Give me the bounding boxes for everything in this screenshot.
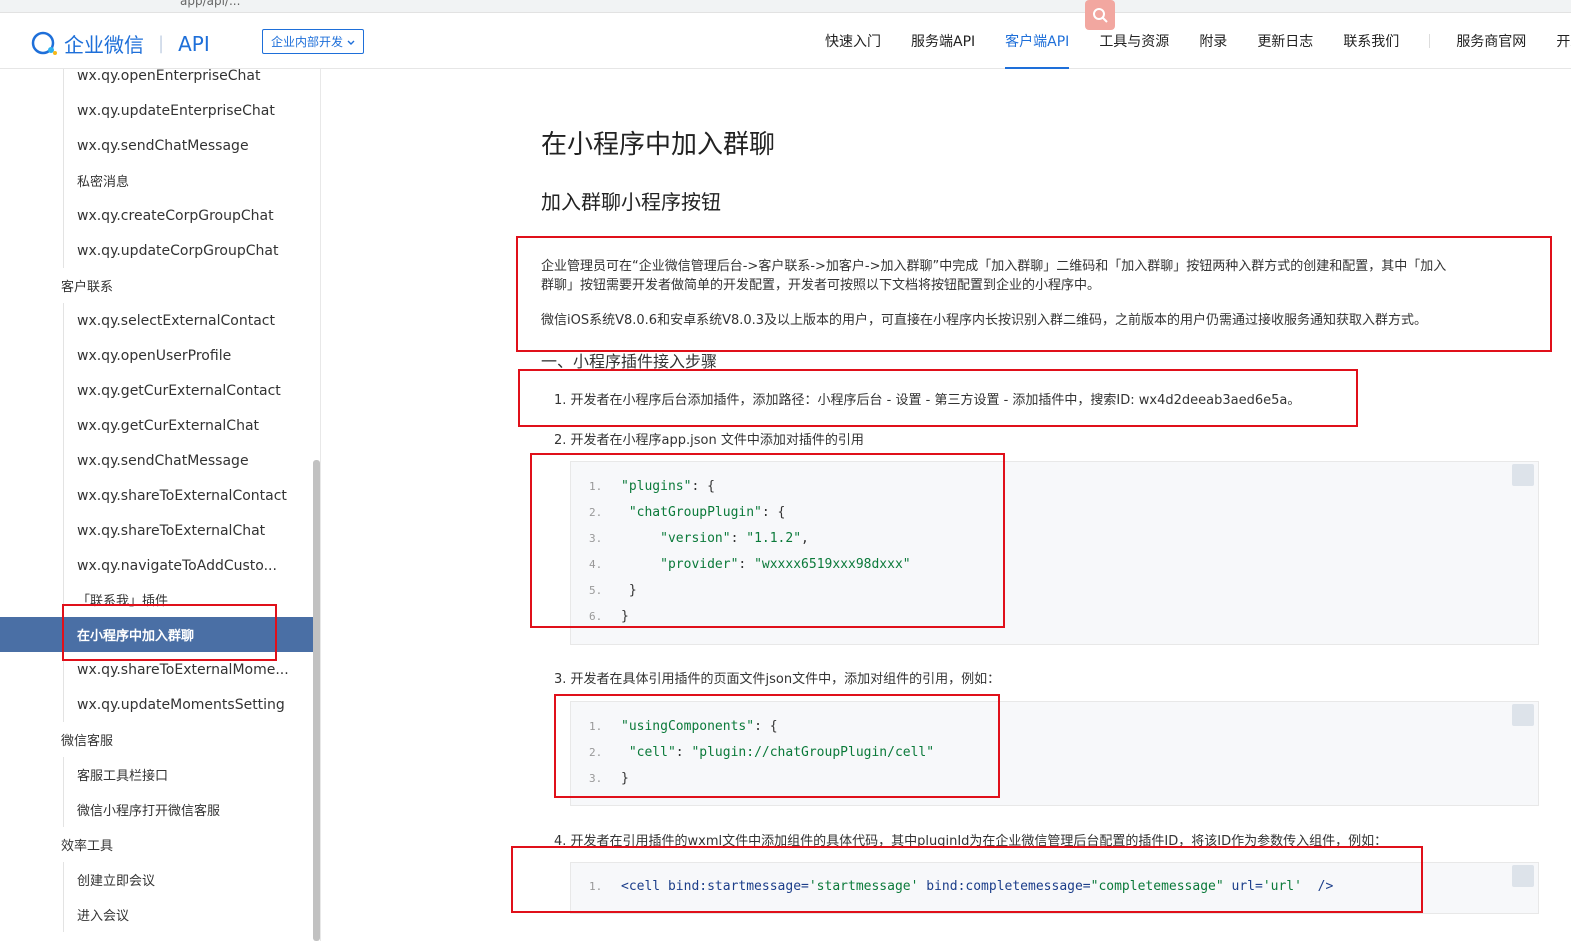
dev-type-dropdown[interactable]: 企业内部开发 <box>262 29 365 54</box>
code-block-app-json: 1. "plugins": { 2. "chatGroupPlugin": { 3… <box>570 461 1539 645</box>
copy-icon[interactable] <box>1512 464 1534 486</box>
url-text: app/api/... <box>180 0 241 8</box>
logo-api-text: API <box>178 31 210 56</box>
nav-provider-site[interactable]: 服务商官网 <box>1456 13 1526 69</box>
section-heading: 一、小程序插件接入步骤 <box>541 352 718 371</box>
sidebar-item[interactable]: 创建立即会议 <box>0 862 313 897</box>
code-block-wxml: 1. <cell bind:startmessage='startmessage'… <box>570 862 1539 914</box>
sidebar-item[interactable]: wx.qy.sendChatMessage <box>0 128 313 163</box>
step-1: 1. 开发者在小程序后台添加插件，添加路径：小程序后台 - 设置 - 第三方设置… <box>554 393 1301 408</box>
nav-dev-more[interactable]: 开发 <box>1556 13 1571 69</box>
sidebar-item-active[interactable]: 在小程序中加入群聊 <box>0 617 313 652</box>
sidebar-item[interactable]: wx.qy.updateCorpGroupChat <box>0 233 313 268</box>
sidebar-item[interactable]: wx.qy.getCurExternalContact <box>0 373 313 408</box>
nav-client-api[interactable]: 客户端API <box>1005 13 1070 69</box>
copy-icon[interactable] <box>1512 865 1534 887</box>
code-line: 3. "version": "1.1.2", <box>589 531 809 546</box>
sidebar-scrollbar[interactable] <box>313 460 320 941</box>
page-title: 在小程序中加入群聊 <box>541 130 776 160</box>
sidebar-item[interactable]: 客服工具栏接口 <box>0 757 313 792</box>
nav-quickstart[interactable]: 快速入门 <box>825 13 881 69</box>
sidebar-item[interactable]: wx.qy.shareToExternalContact <box>0 478 313 513</box>
sidebar-item[interactable]: wx.qy.updateMomentsSetting <box>0 687 313 722</box>
intro-note: 微信iOS系统V8.0.6和安卓系统V8.0.3及以上版本的用户，可直接在小程序… <box>541 313 1428 328</box>
sidebar: wx.qy.openEnterpriseChat wx.qy.updateEnt… <box>0 69 313 941</box>
top-nav: 快速入门 服务端API 客户端API 工具与资源 附录 更新日志 联系我们 服务… <box>825 13 1571 69</box>
sidebar-item[interactable]: wx.qy.selectExternalContact <box>0 303 313 338</box>
sidebar-item[interactable]: wx.qy.openEnterpriseChat <box>0 69 313 93</box>
code-line: 5. } <box>589 583 637 598</box>
sidebar-item[interactable]: wx.qy.navigateToAddCusto... <box>0 548 313 583</box>
code-line: 2. "cell": "plugin://chatGroupPlugin/cel… <box>589 745 935 760</box>
sidebar-item[interactable]: wx.qy.shareToExternalMome... <box>0 652 313 687</box>
intro-paragraph: 企业管理员可在“企业微信管理后台->客户联系->加客户->加入群聊”中完成「加入… <box>541 257 1531 295</box>
nav-appendix[interactable]: 附录 <box>1199 13 1227 69</box>
wecom-logo-icon <box>30 31 60 57</box>
sidebar-divider <box>320 69 321 941</box>
code-line: 3.} <box>589 771 629 786</box>
site-logo[interactable]: 企业微信 | API <box>30 29 210 58</box>
logo-separator: | <box>158 33 165 54</box>
sidebar-item[interactable]: wx.qy.updateEnterpriseChat <box>0 93 313 128</box>
sidebar-group-customer-contact[interactable]: 客户联系 <box>0 268 313 303</box>
code-line: 1. <cell bind:startmessage='startmessage'… <box>589 879 1334 894</box>
sidebar-group-efficiency-tools[interactable]: 效率工具 <box>0 827 313 862</box>
step-3: 3. 开发者在具体引用插件的页面文件json文件中，添加对组件的引用，例如： <box>554 672 1001 687</box>
sidebar-item[interactable]: wx.qy.getCurExternalChat <box>0 408 313 443</box>
code-line: 2. "chatGroupPlugin": { <box>589 505 786 520</box>
nav-server-api[interactable]: 服务端API <box>911 13 975 69</box>
nav-changelog[interactable]: 更新日志 <box>1257 13 1313 69</box>
step-2: 2. 开发者在小程序app.json 文件中添加对插件的引用 <box>554 433 864 448</box>
sidebar-item[interactable]: wx.qy.openUserProfile <box>0 338 313 373</box>
intro-line-2: 群聊」按钮需要开发者做简单的开发配置，开发者可按照以下文档将按钮配置到企业的小程… <box>541 278 1101 293</box>
site-header: 企业微信 | API 企业内部开发 快速入门 服务端API 客户端API 工具与… <box>0 0 1571 69</box>
sidebar-item[interactable]: 进入会议 <box>0 897 313 932</box>
sidebar-item[interactable]: 微信小程序打开微信客服 <box>0 792 313 827</box>
sidebar-item[interactable]: 「联系我」插件 <box>0 582 313 617</box>
code-line: 1. "usingComponents": { <box>589 719 778 734</box>
chevron-down-icon <box>347 35 355 49</box>
dropdown-label: 企业内部开发 <box>271 35 344 49</box>
sidebar-item[interactable]: 私密消息 <box>0 163 313 198</box>
code-block-page-json: 1. "usingComponents": { 2. "cell": "plugi… <box>570 701 1539 806</box>
step-4: 4. 开发者在引用插件的wxml文件中添加组件的具体代码，其中pluginId为… <box>554 834 1388 849</box>
nav-contact[interactable]: 联系我们 <box>1343 13 1399 69</box>
code-line: 1. "plugins": { <box>589 479 715 494</box>
code-line: 4. "provider": "wxxxx6519xxx98dxxx" <box>589 557 911 572</box>
sidebar-group-wechat-service[interactable]: 微信客服 <box>0 722 313 757</box>
sidebar-item[interactable]: wx.qy.createCorpGroupChat <box>0 198 313 233</box>
sidebar-item[interactable]: wx.qy.sendChatMessage <box>0 443 313 478</box>
code-line: 6.} <box>589 609 629 624</box>
logo-text: 企业微信 <box>64 33 144 57</box>
nav-divider <box>1429 34 1431 48</box>
browser-address-bar: app/api/... <box>0 0 1571 13</box>
sidebar-item[interactable]: wx.qy.shareToExternalChat <box>0 513 313 548</box>
page-subtitle: 加入群聊小程序按钮 <box>541 190 721 214</box>
intro-line-1: 企业管理员可在“企业微信管理后台->客户联系->加客户->加入群聊”中完成「加入… <box>541 259 1447 274</box>
copy-icon[interactable] <box>1512 704 1534 726</box>
nav-tools[interactable]: 工具与资源 <box>1099 13 1169 69</box>
